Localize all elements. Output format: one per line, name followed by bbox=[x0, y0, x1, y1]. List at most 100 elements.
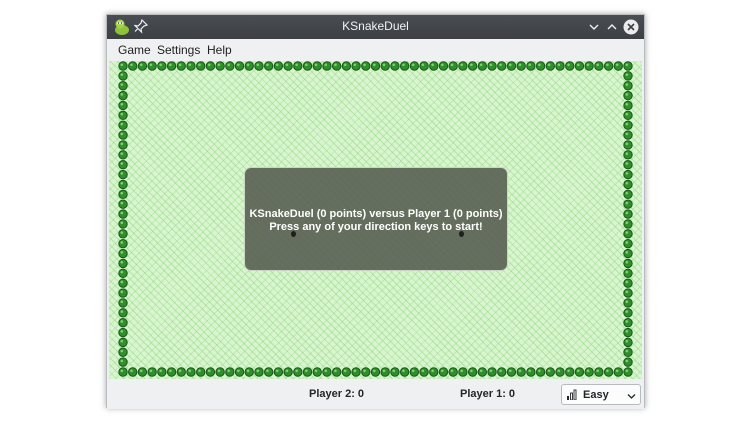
wall-segment-highlight bbox=[343, 63, 347, 67]
wall-segment-highlight bbox=[305, 369, 308, 373]
wall-segment-highlight bbox=[130, 369, 133, 373]
wall-segment-highlight bbox=[489, 369, 493, 373]
wall-segment-highlight bbox=[625, 142, 629, 146]
wall-segment bbox=[370, 367, 381, 377]
wall-segment bbox=[118, 219, 128, 229]
wall-segment bbox=[302, 367, 313, 377]
wall-segment-highlight bbox=[421, 369, 425, 373]
wall-segment-highlight bbox=[625, 201, 629, 205]
wall-segment-highlight bbox=[120, 132, 124, 136]
wall-segment-highlight bbox=[120, 211, 124, 215]
wall-segment bbox=[118, 238, 128, 249]
wall-segment-highlight bbox=[120, 142, 124, 146]
wall-segment-highlight bbox=[547, 63, 551, 67]
wall-segment-highlight bbox=[246, 63, 250, 67]
title-bar[interactable]: KSnakeDuel bbox=[107, 15, 644, 39]
status-bar: Player 2: 0 Player 1: 0 Easy bbox=[107, 379, 644, 409]
wall-segment-highlight bbox=[538, 63, 541, 67]
wall-segment-highlight bbox=[334, 63, 337, 67]
wall-segment bbox=[623, 229, 633, 239]
wall-segment-highlight bbox=[285, 369, 289, 373]
wall-segment bbox=[623, 81, 633, 91]
wall-segment bbox=[118, 90, 128, 101]
window-title: KSnakeDuel bbox=[342, 19, 409, 33]
wall-segment-highlight bbox=[625, 211, 629, 215]
start-message-overlay: KSnakeDuel (0 points) versus Player 1 (0… bbox=[244, 167, 508, 271]
wall-segment bbox=[283, 367, 293, 377]
wall-segment-highlight bbox=[625, 270, 629, 274]
wall-segment bbox=[574, 61, 585, 71]
wall-segment-highlight bbox=[373, 63, 376, 67]
wall-segment bbox=[526, 367, 536, 377]
player1-score: Player 1: 0 bbox=[460, 388, 516, 400]
menu-help[interactable]: Help bbox=[207, 43, 232, 57]
wall-segment-highlight bbox=[159, 63, 162, 67]
wall-segment bbox=[594, 61, 604, 71]
wall-segment-highlight bbox=[120, 112, 124, 116]
wall-segment bbox=[399, 61, 410, 71]
wall-segment-highlight bbox=[421, 63, 425, 67]
wall-segment-highlight bbox=[314, 369, 318, 373]
wall-segment bbox=[293, 367, 303, 377]
wall-segment bbox=[118, 357, 128, 367]
wall-segment-highlight bbox=[120, 290, 124, 294]
wall-segment bbox=[623, 268, 633, 278]
minimize-icon[interactable] bbox=[586, 19, 602, 35]
wall-segment-highlight bbox=[120, 270, 124, 274]
wall-segment-highlight bbox=[625, 83, 629, 86]
wall-segment bbox=[118, 308, 128, 318]
wall-segment-highlight bbox=[120, 221, 124, 225]
close-icon[interactable] bbox=[623, 19, 639, 35]
wall-segment-highlight bbox=[625, 73, 629, 76]
wall-segment bbox=[555, 367, 565, 377]
menu-settings[interactable]: Settings bbox=[157, 43, 200, 57]
wall-segment bbox=[118, 288, 128, 298]
wall-segment bbox=[283, 61, 293, 71]
wall-segment-highlight bbox=[625, 191, 629, 195]
menu-game[interactable]: Game bbox=[118, 43, 151, 57]
wall-segment bbox=[118, 199, 128, 209]
wall-segment bbox=[263, 61, 274, 71]
wall-segment bbox=[205, 61, 216, 71]
wall-segment bbox=[409, 367, 420, 377]
wall-segment bbox=[302, 61, 313, 71]
wall-segment bbox=[623, 337, 633, 348]
wall-segment bbox=[594, 367, 604, 377]
wall-segment bbox=[331, 367, 342, 377]
game-board[interactable]: KSnakeDuel (0 points) versus Player 1 (0… bbox=[109, 61, 642, 379]
wall-segment bbox=[195, 61, 206, 71]
wall-segment-highlight bbox=[120, 260, 124, 264]
wall-segment-highlight bbox=[625, 93, 629, 96]
wall-segment bbox=[623, 140, 633, 150]
wall-segment-highlight bbox=[363, 63, 366, 67]
wall-segment bbox=[118, 337, 128, 348]
wall-segment bbox=[409, 61, 420, 71]
wall-segment-highlight bbox=[470, 369, 473, 373]
wall-segment bbox=[467, 61, 478, 71]
maximize-icon[interactable] bbox=[604, 19, 620, 35]
wall-segment-highlight bbox=[625, 280, 629, 284]
wall-segment bbox=[497, 367, 507, 377]
wall-segment-highlight bbox=[120, 152, 124, 155]
wall-segment-highlight bbox=[518, 369, 522, 373]
wall-segment bbox=[370, 61, 381, 71]
wall-segment bbox=[380, 367, 390, 377]
wall-segment-highlight bbox=[314, 63, 318, 67]
wall-segment bbox=[312, 61, 322, 71]
wall-segment-highlight bbox=[411, 63, 415, 67]
wall-segment-highlight bbox=[479, 369, 483, 373]
wall-segment bbox=[118, 179, 128, 190]
wall-segment bbox=[118, 130, 128, 140]
wall-segment-highlight bbox=[625, 330, 629, 333]
wall-segment-highlight bbox=[207, 369, 211, 373]
wall-segment-highlight bbox=[295, 369, 298, 373]
wall-segment bbox=[477, 367, 488, 377]
difficulty-select[interactable]: Easy bbox=[561, 384, 641, 405]
wall-segment bbox=[176, 367, 186, 377]
wall-segment bbox=[613, 367, 623, 377]
wall-segment bbox=[234, 367, 245, 377]
wall-segment bbox=[419, 367, 429, 377]
wall-segment-highlight bbox=[305, 63, 308, 67]
wall-segment-highlight bbox=[431, 63, 434, 67]
wall-segment bbox=[225, 367, 235, 377]
